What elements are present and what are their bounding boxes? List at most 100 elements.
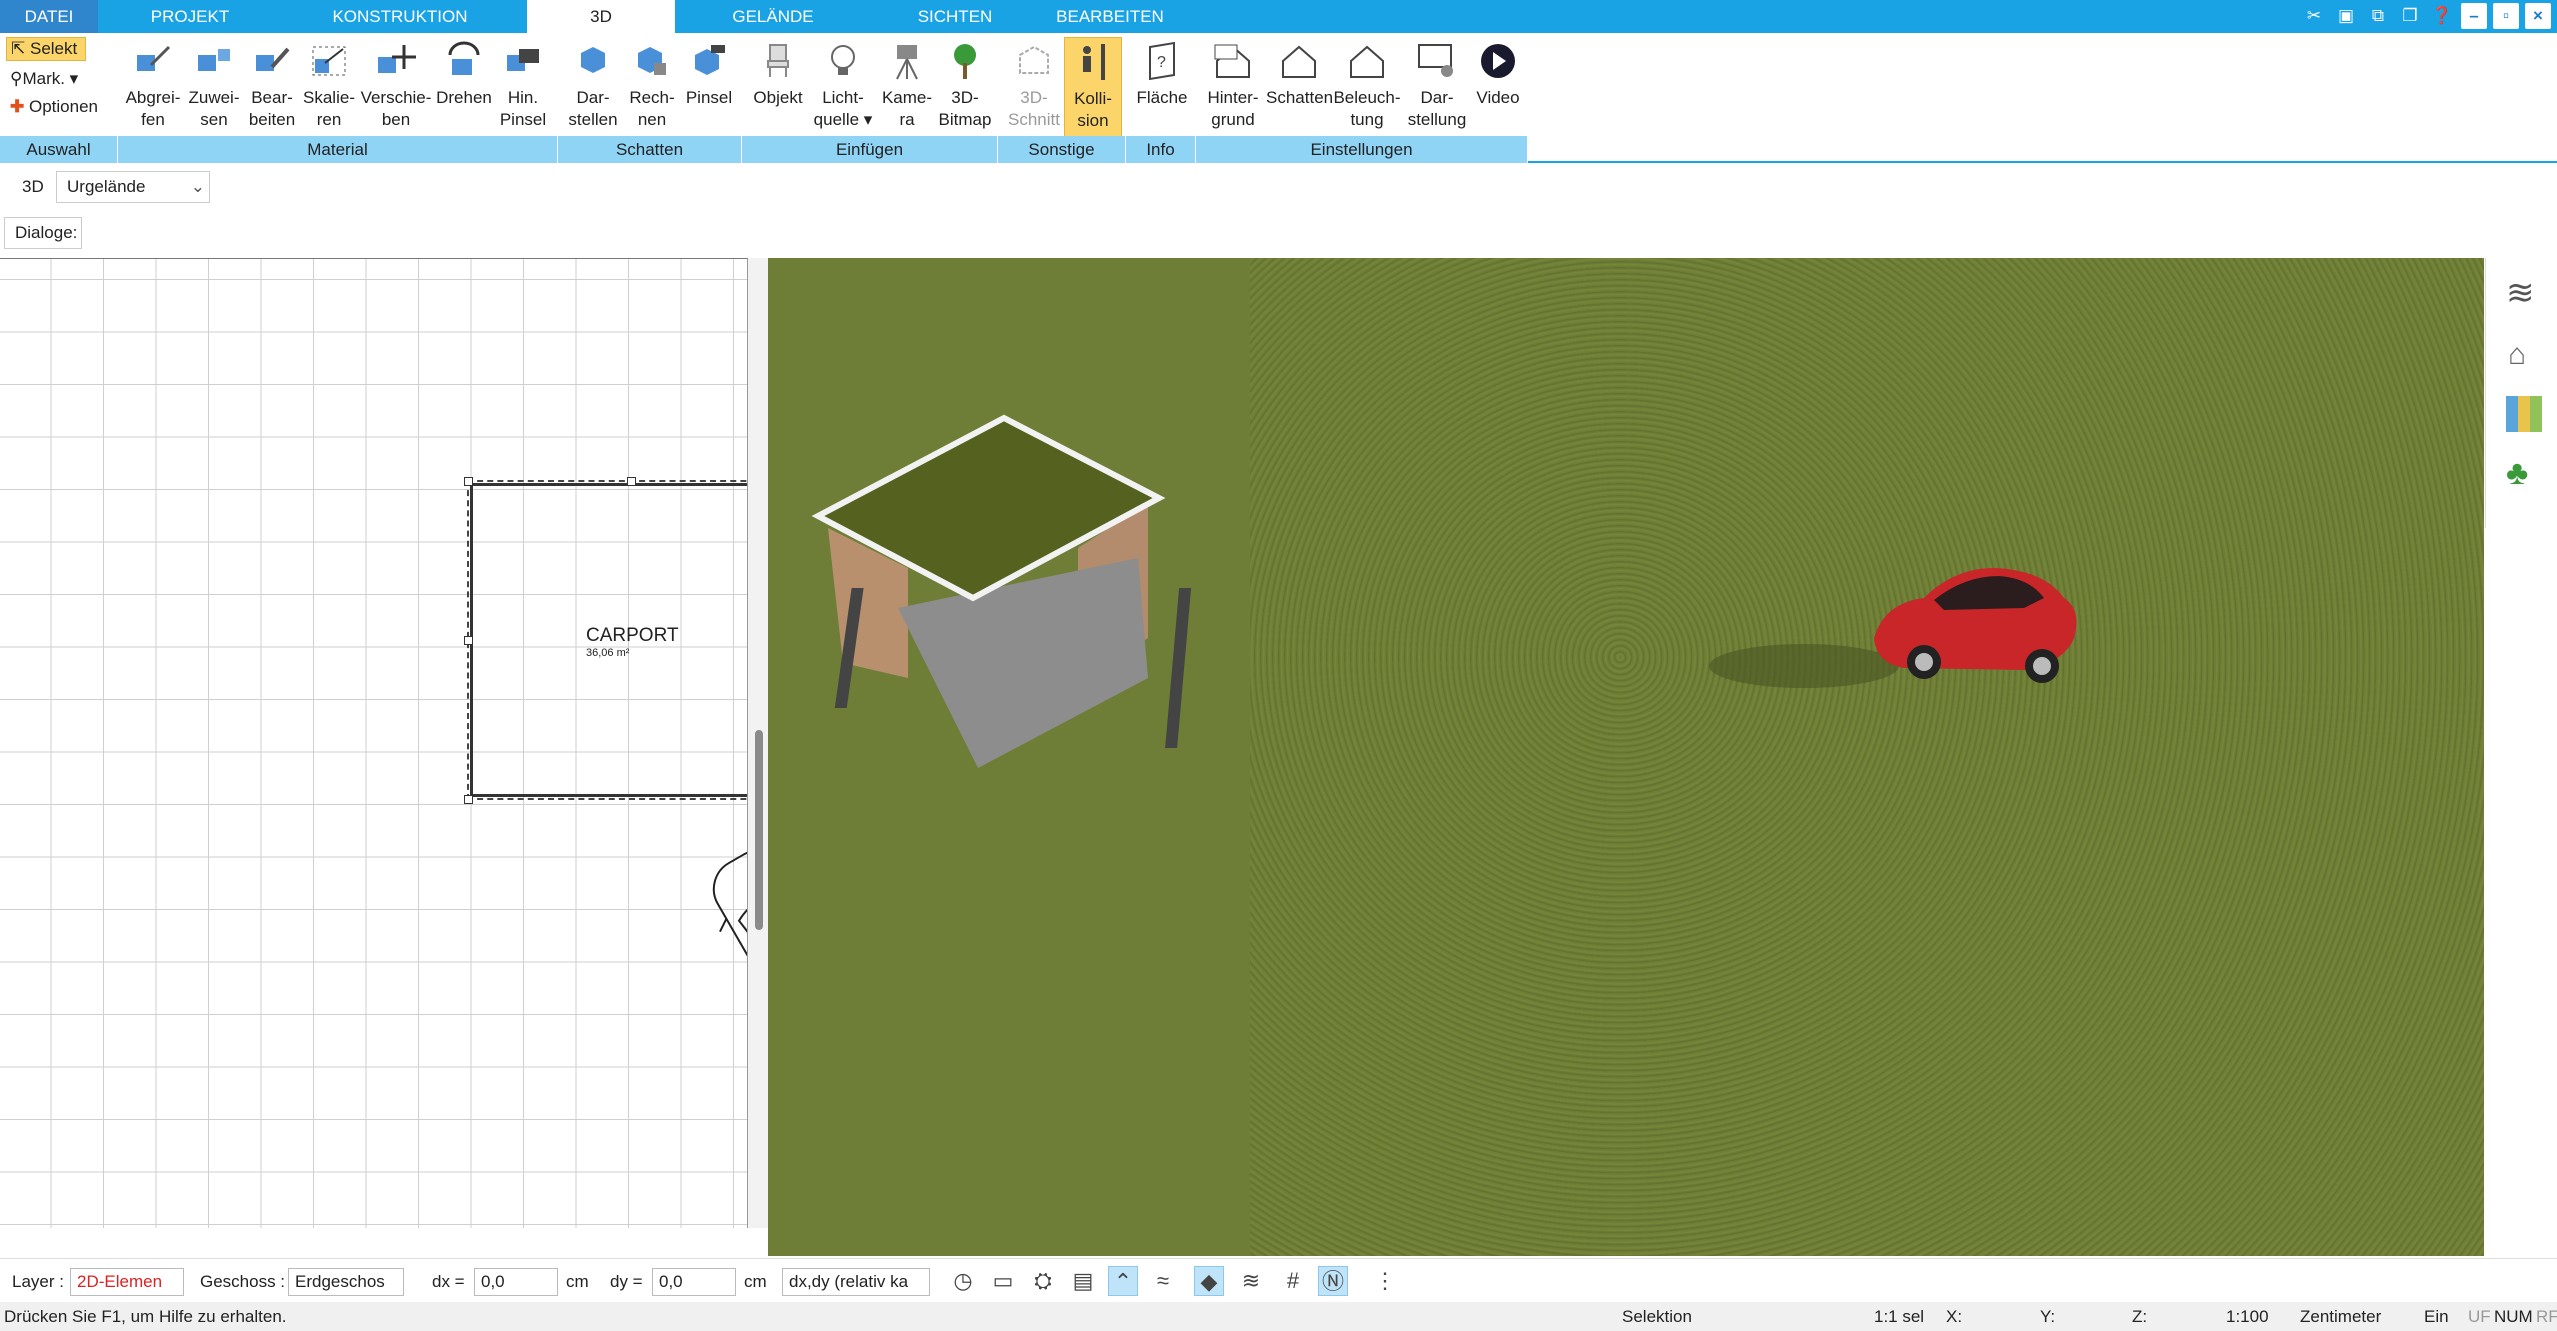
compute-shadow-icon: [638, 47, 666, 75]
kamera-button[interactable]: Kame-ra: [878, 37, 936, 142]
tab-gelaende[interactable]: GELÄNDE: [710, 0, 836, 33]
flaeche-button[interactable]: ? Fläche: [1132, 37, 1192, 142]
objekt-button[interactable]: Objekt: [748, 37, 808, 142]
area-info-icon: ?: [1149, 41, 1175, 81]
chair-catalog-icon[interactable]: ⌂: [2508, 338, 2526, 372]
window-tile-icon[interactable]: ⧉: [2365, 3, 2391, 29]
skalieren-label-1: Skalie-: [303, 88, 355, 107]
tab-bearbeiten[interactable]: BEARBEITEN: [1050, 0, 1170, 33]
beleucht-label-2: tung: [1350, 110, 1384, 129]
help-icon[interactable]: ❓: [2429, 3, 2455, 29]
group-schatten: Schatten: [558, 136, 742, 163]
selekt-label: Selekt: [29, 39, 78, 58]
shadow-brush-icon: [695, 45, 725, 75]
status-rf: RF: [2536, 1307, 2557, 1326]
layer-value: 2D-Elemen: [77, 1272, 163, 1291]
north-icon[interactable]: Ⓝ: [1318, 1266, 1348, 1296]
resize-handle[interactable]: [464, 477, 473, 486]
abgreifen-button[interactable]: Abgrei-fen: [122, 37, 184, 142]
window-layout-icon[interactable]: ▣: [2333, 3, 2359, 29]
layer-select[interactable]: 2D-Elemen: [70, 1268, 184, 1296]
skalieren-button[interactable]: Skalie-ren: [300, 37, 358, 142]
more-icon[interactable]: ⋮: [1370, 1266, 1400, 1296]
brush-icon: [507, 49, 539, 71]
restore-button[interactable]: ▫: [2493, 3, 2519, 29]
carport-paving: [898, 558, 1148, 768]
app-window: DATEI PROJEKT KONSTRUKTION 3D GELÄNDE SI…: [0, 0, 2557, 1331]
tab-konstruktion[interactable]: KONSTRUKTION: [320, 0, 480, 33]
tab-sichten[interactable]: SICHTEN: [895, 0, 1015, 33]
bearbeiten-button[interactable]: Bear-beiten: [244, 37, 300, 142]
tools-icon[interactable]: ✂: [2301, 3, 2327, 29]
tab-datei[interactable]: DATEI: [0, 0, 98, 33]
verschieben-button[interactable]: Verschie-ben: [358, 37, 434, 142]
objects-icon[interactable]: ▤: [1068, 1266, 1098, 1296]
tab-3d[interactable]: 3D: [527, 0, 675, 33]
group-auswahl: Auswahl: [0, 136, 118, 163]
car-symbol-2d[interactable]: [680, 829, 748, 1069]
background-house-icon: [1214, 44, 1250, 78]
schatten-pinsel-button[interactable]: Pinsel: [680, 37, 738, 142]
assign-material-icon: [198, 49, 230, 71]
move-icon: [378, 45, 416, 73]
3d-bitmap-button[interactable]: 3D- Bitmap: [936, 37, 994, 142]
layers-small-icon[interactable]: ≋: [1236, 1266, 1266, 1296]
kollision-button[interactable]: Kolli-sion: [1064, 37, 1122, 142]
grid-icon[interactable]: #: [1278, 1266, 1308, 1296]
resize-handle[interactable]: [627, 477, 636, 486]
resize-handle[interactable]: [464, 795, 473, 804]
camera-small-icon[interactable]: ⛭: [1028, 1266, 1058, 1296]
terrain-icon[interactable]: ≈: [1148, 1266, 1178, 1296]
beleuchtung-button[interactable]: Beleuch-tung: [1332, 37, 1402, 142]
lichtquelle-button[interactable]: Licht-quelle ▾: [808, 37, 878, 142]
optionen-button[interactable]: ✚ Optionen: [10, 97, 98, 117]
mark-label: Mark.: [22, 69, 65, 88]
materials-icon[interactable]: [2506, 396, 2542, 432]
schatten-darstellen-button[interactable]: Dar-stellen: [562, 37, 624, 142]
hintergrund-button[interactable]: Hinter-grund: [1200, 37, 1266, 142]
terrain-select[interactable]: Urgelände ⌄: [56, 171, 210, 203]
geschoss-select[interactable]: Erdgeschos: [288, 1268, 404, 1296]
lightbulb-icon: [831, 45, 855, 75]
dx-input[interactable]: 0,0: [474, 1268, 558, 1296]
rechnen-label-1: Rech-: [629, 88, 675, 107]
zuweisen-button[interactable]: Zuwei-sen: [184, 37, 244, 142]
window-cascade-icon[interactable]: ❐: [2397, 3, 2423, 29]
3d-schnitt-button[interactable]: 3D- Schnitt: [1004, 37, 1064, 142]
dy-input[interactable]: 0,0: [652, 1268, 736, 1296]
resize-handle[interactable]: [464, 636, 473, 645]
layers-icon[interactable]: ≋: [2506, 273, 2535, 313]
edit-material-icon: [256, 47, 290, 71]
minimize-button[interactable]: –: [2461, 3, 2487, 29]
drehen-button[interactable]: Drehen: [434, 37, 494, 142]
terrain-value: Urgelände: [67, 177, 146, 196]
plan-vertical-scrollbar[interactable]: [748, 258, 768, 1228]
plane-icon[interactable]: ◆: [1194, 1266, 1224, 1296]
coord-mode-select[interactable]: dx,dy (relativ ka: [782, 1268, 930, 1296]
dy-label: dy =: [610, 1272, 643, 1291]
selekt-button[interactable]: ⇱ Selekt: [6, 37, 86, 61]
kamera-label-1: Kame-: [881, 88, 933, 107]
floorplan-view[interactable]: CARPORT 36,06 m²: [0, 258, 748, 1228]
mark-button[interactable]: ⚲Mark. ▾: [10, 69, 78, 89]
roof-icon[interactable]: ⌃: [1108, 1266, 1138, 1296]
close-button[interactable]: ×: [2525, 3, 2551, 29]
rotate-icon: [448, 41, 480, 75]
3d-render-right: [1709, 568, 2077, 688]
dy-value: 0,0: [659, 1272, 683, 1291]
status-uf: UF: [2468, 1307, 2491, 1326]
plants-icon[interactable]: ♣: [2506, 454, 2528, 493]
clock-icon[interactable]: ◷: [948, 1266, 978, 1296]
section-cut-icon: [1019, 45, 1049, 74]
hin-pinsel-button[interactable]: Hin. Pinsel: [494, 37, 552, 142]
video-button[interactable]: Video: [1472, 37, 1524, 142]
schatten-rechnen-button[interactable]: Rech-nen: [624, 37, 680, 142]
tab-projekt[interactable]: PROJEKT: [130, 0, 250, 33]
darstellung-button[interactable]: Dar-stellung: [1402, 37, 1472, 142]
scroll-thumb[interactable]: [755, 730, 763, 930]
presentation-icon[interactable]: ▭: [988, 1266, 1018, 1296]
schatten-settings-button[interactable]: Schatten: [1266, 37, 1333, 142]
status-scale: 1:100: [2226, 1307, 2269, 1326]
room-name-label: CARPORT: [586, 625, 679, 646]
kollision-label-1: Kolli-: [1074, 89, 1112, 108]
